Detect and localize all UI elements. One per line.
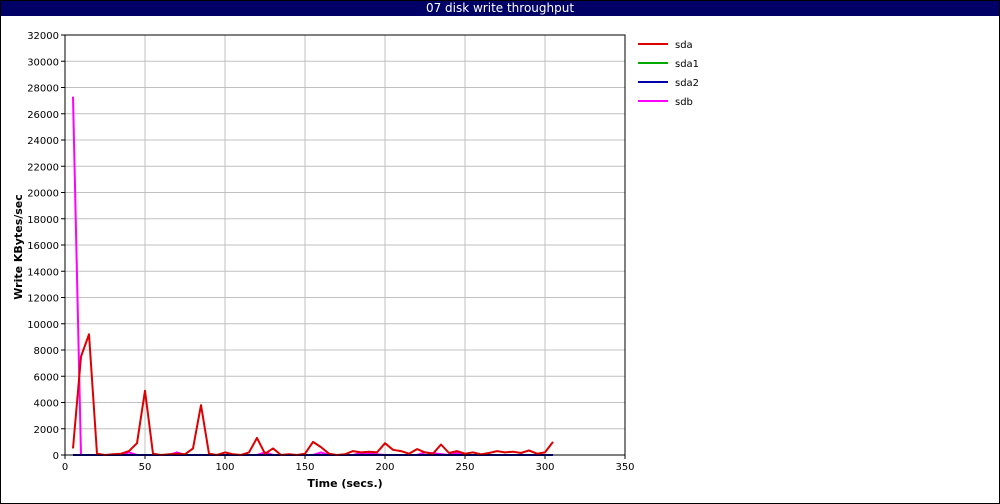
y-tick-label: 12000 — [27, 294, 59, 305]
y-tick-label: 16000 — [27, 241, 59, 252]
y-tick-label: 22000 — [27, 162, 59, 173]
y-tick-label: 6000 — [34, 372, 59, 383]
legend-label-sda2: sda2 — [675, 78, 699, 89]
y-tick-label: 18000 — [27, 215, 59, 226]
x-tick-label: 50 — [139, 462, 152, 473]
y-axis-label: Write KBytes/sec — [12, 194, 25, 300]
x-tick-label: 150 — [295, 462, 314, 473]
legend-label-sda: sda — [675, 40, 693, 51]
y-tick-label: 0 — [53, 451, 59, 462]
y-tick-label: 10000 — [27, 320, 59, 331]
y-tick-label: 14000 — [27, 267, 59, 278]
y-tick-label: 2000 — [34, 425, 59, 436]
y-tick-label: 30000 — [27, 57, 59, 68]
y-tick-label: 24000 — [27, 136, 59, 147]
y-tick-label: 20000 — [27, 189, 59, 200]
legend: sda sda1 sda2 sdb — [638, 40, 699, 108]
x-tick-label: 200 — [375, 462, 394, 473]
x-tick-label: 350 — [615, 462, 634, 473]
chart-svg: 0200040006000800010000120001400016000180… — [12, 31, 699, 490]
legend-label-sdb: sdb — [675, 97, 693, 108]
y-tick-label: 4000 — [34, 399, 59, 410]
y-tick-label: 28000 — [27, 84, 59, 95]
y-tick-label: 32000 — [27, 31, 59, 42]
x-tick-label: 0 — [62, 462, 68, 473]
x-axis-label: Time (secs.) — [307, 477, 382, 490]
x-tick-label: 250 — [455, 462, 474, 473]
grid — [64, 34, 626, 456]
x-tick-label: 300 — [535, 462, 554, 473]
y-tick-label: 8000 — [34, 346, 59, 357]
y-tick-label: 26000 — [27, 110, 59, 121]
legend-label-sda1: sda1 — [675, 59, 699, 70]
x-tick-label: 100 — [215, 462, 234, 473]
